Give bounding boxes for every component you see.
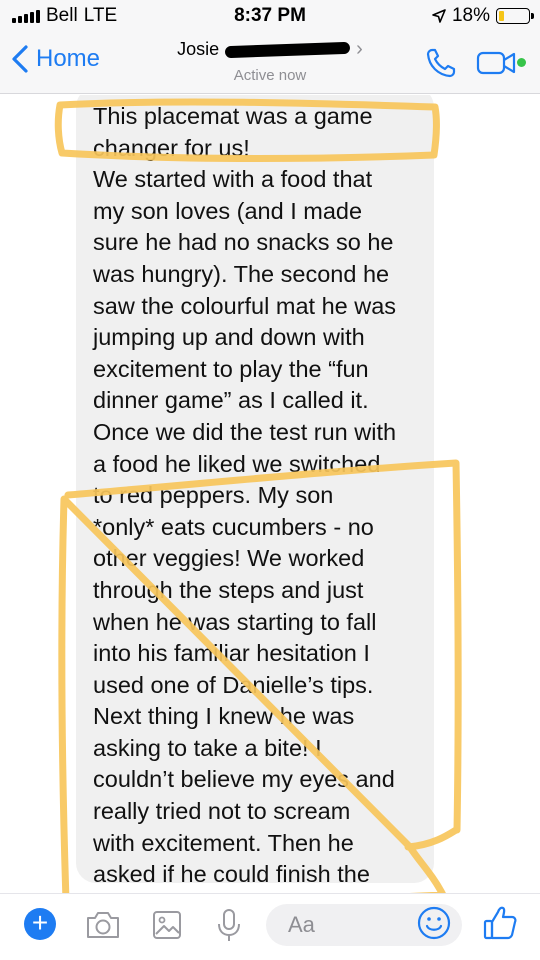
message-line: We started with a food that [93, 166, 373, 193]
message-text: This placemat was a game changer for us! W… [93, 101, 422, 883]
message-line: used one of Danielle’s tips. [93, 671, 374, 698]
status-bar: Bell LTE 8:37 PM 18% [0, 0, 540, 32]
chevron-right-icon: › [356, 38, 363, 60]
image-icon[interactable] [148, 906, 186, 944]
video-camera-icon[interactable] [476, 48, 522, 78]
phone-icon[interactable] [424, 46, 458, 80]
message-line: saw the colourful mat he was [93, 292, 397, 319]
message-line: with excitement. Then he [93, 829, 354, 856]
message-line: Once we did the test run with [93, 418, 397, 445]
status-right: 18% [432, 5, 534, 27]
message-line: into his familiar hesitation I [93, 640, 370, 667]
message-line: asked if he could finish the [93, 861, 370, 883]
message-line: Next thing I knew he was [93, 703, 355, 730]
online-indicator [517, 58, 526, 67]
contact-info[interactable]: Josie › Active now [0, 38, 540, 84]
contact-status: Active now [233, 67, 307, 84]
redaction-mark [225, 41, 351, 58]
message-line: This placemat was a game [93, 103, 373, 129]
message-line: to red peppers. My son [93, 482, 334, 509]
message-line: changer for us! [93, 134, 250, 161]
camera-icon[interactable] [84, 906, 122, 944]
contact-first-name: Josie [177, 39, 220, 59]
message-line: couldn’t believe my eyes and [93, 766, 395, 793]
message-list[interactable]: This placemat was a game changer for us! W… [0, 95, 540, 893]
location-arrow-icon [432, 9, 446, 23]
plus-button[interactable]: + [24, 908, 56, 940]
message-line: was hungry). The second he [93, 260, 390, 287]
battery-percent: 18% [451, 5, 490, 26]
message-bubble[interactable]: This placemat was a game changer for us! W… [76, 95, 434, 883]
composer-bar: + Aa [0, 893, 540, 960]
message-line: through the steps and just [93, 576, 364, 603]
message-line: really tried not to scream [93, 798, 351, 825]
message-line: *only* eats cucumbers - no [93, 513, 374, 540]
battery-fill [499, 11, 505, 21]
message-line: a food he liked we switched [93, 450, 381, 477]
message-line: asking to take a bite! I [93, 734, 322, 761]
contact-name[interactable]: Josie › [177, 38, 363, 61]
message-line: when he was starting to fall [93, 608, 377, 635]
message-line: other veggies! We worked [93, 545, 365, 572]
emoji-icon[interactable] [416, 905, 452, 941]
message-line: sure he had no snacks so he [93, 229, 394, 256]
message-line: excitement to play the “fun [93, 355, 369, 382]
thumbs-up-icon[interactable] [482, 904, 518, 942]
message-line: my son loves (and I made [93, 197, 363, 224]
conversation-header: Home Josie › Active now [0, 32, 540, 94]
message-line: jumping up and down with [93, 324, 365, 351]
battery-icon [496, 8, 534, 24]
microphone-icon[interactable] [210, 906, 248, 944]
message-line: dinner game” as I called it. [93, 387, 369, 414]
